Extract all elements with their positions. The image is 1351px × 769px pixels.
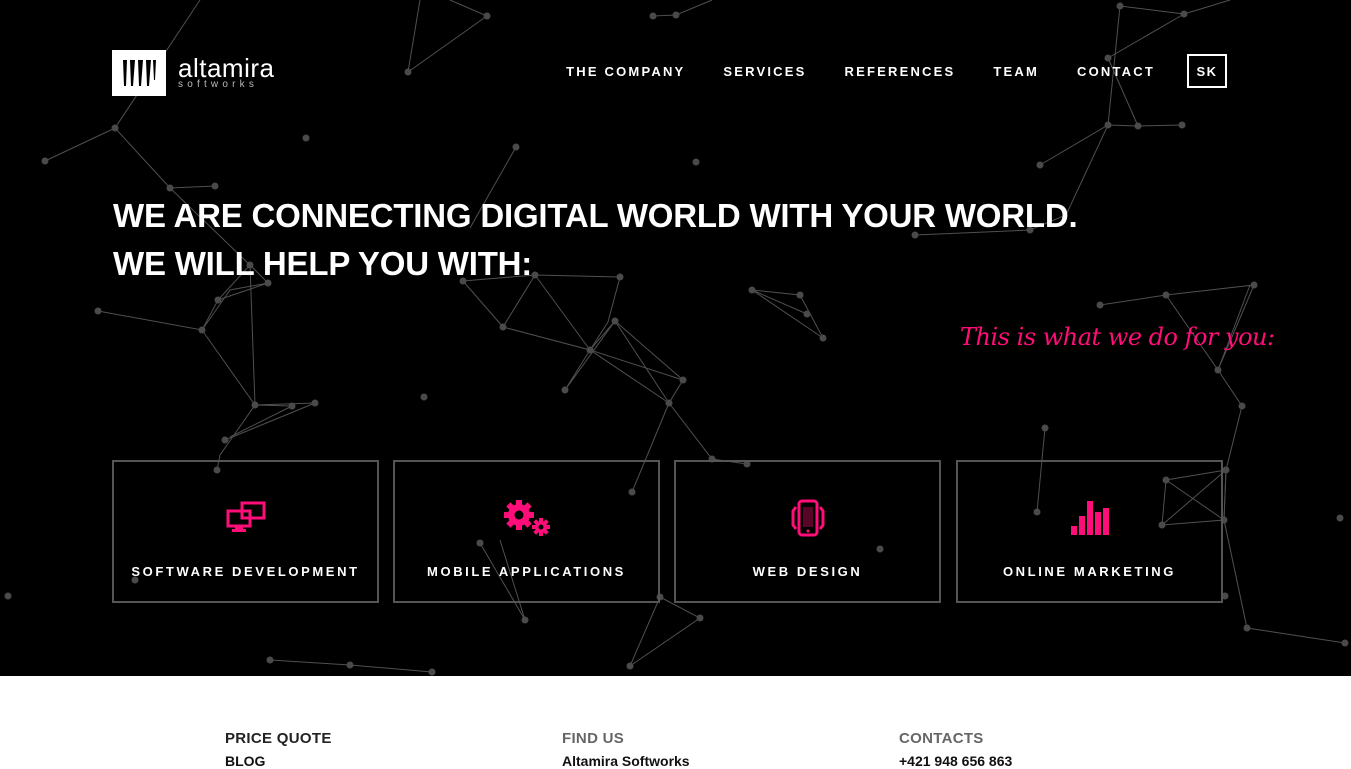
nav-item-contact[interactable]: CONTACT <box>1077 64 1155 79</box>
nav-item-the-company[interactable]: THE COMPANY <box>566 64 685 79</box>
nav-item-references[interactable]: REFERENCES <box>845 64 956 79</box>
language-switch-button[interactable]: SK <box>1187 54 1227 88</box>
monitors-icon <box>226 498 266 538</box>
service-card-online-marketing[interactable]: ONLINE MARKETING <box>956 460 1223 603</box>
gears-icon <box>501 498 553 538</box>
phone-icon <box>790 498 826 538</box>
brand-logo[interactable]: altamira softworks <box>112 50 274 96</box>
footer-column-contacts: CONTACTS +421 948 656 863 <box>899 730 1012 769</box>
bar-chart-icon <box>1069 498 1111 538</box>
footer-column-find-us: FIND US Altamira Softworks <box>562 730 690 769</box>
service-label: WEB DESIGN <box>752 564 863 579</box>
altamira-mark-icon <box>112 50 166 96</box>
service-label: ONLINE MARKETING <box>1002 564 1177 579</box>
service-card-software-development[interactable]: SOFTWARE DEVELOPMENT <box>112 460 379 603</box>
blog-link[interactable]: BLOG <box>225 753 332 769</box>
service-label: SOFTWARE DEVELOPMENT <box>131 564 360 579</box>
price-quote-link[interactable]: PRICE QUOTE <box>225 730 332 747</box>
service-card-web-design[interactable]: WEB DESIGN <box>674 460 941 603</box>
footer: PRICE QUOTE BLOG FIND US Altamira Softwo… <box>0 676 1351 769</box>
nav-item-services[interactable]: SERVICES <box>723 64 806 79</box>
phone-number[interactable]: +421 948 656 863 <box>899 753 1012 769</box>
brand-name: altamira <box>178 53 275 83</box>
service-label: MOBILE APPLICATIONS <box>427 564 626 579</box>
brand-text: altamira softworks <box>178 53 275 90</box>
hero-headline: WE ARE CONNECTING DIGITAL WORLD WITH YOU… <box>113 192 1078 288</box>
hero-section: altamira softworks THE COMPANY SERVICES … <box>0 0 1351 676</box>
find-us-heading: FIND US <box>562 730 625 747</box>
contacts-heading: CONTACTS <box>899 730 984 747</box>
hero-tagline: This is what we do for you: <box>960 323 1275 351</box>
hero-line-1: WE ARE CONNECTING DIGITAL WORLD WITH YOU… <box>113 197 1078 234</box>
nav-item-team[interactable]: TEAM <box>993 64 1039 79</box>
service-card-mobile-applications[interactable]: MOBILE APPLICATIONS <box>393 460 660 603</box>
company-name: Altamira Softworks <box>562 753 690 769</box>
footer-column-price-quote: PRICE QUOTE BLOG <box>225 730 332 769</box>
hero-line-2: WE WILL HELP YOU WITH: <box>113 245 533 282</box>
main-nav: THE COMPANY SERVICES REFERENCES TEAM CON… <box>528 54 1227 88</box>
